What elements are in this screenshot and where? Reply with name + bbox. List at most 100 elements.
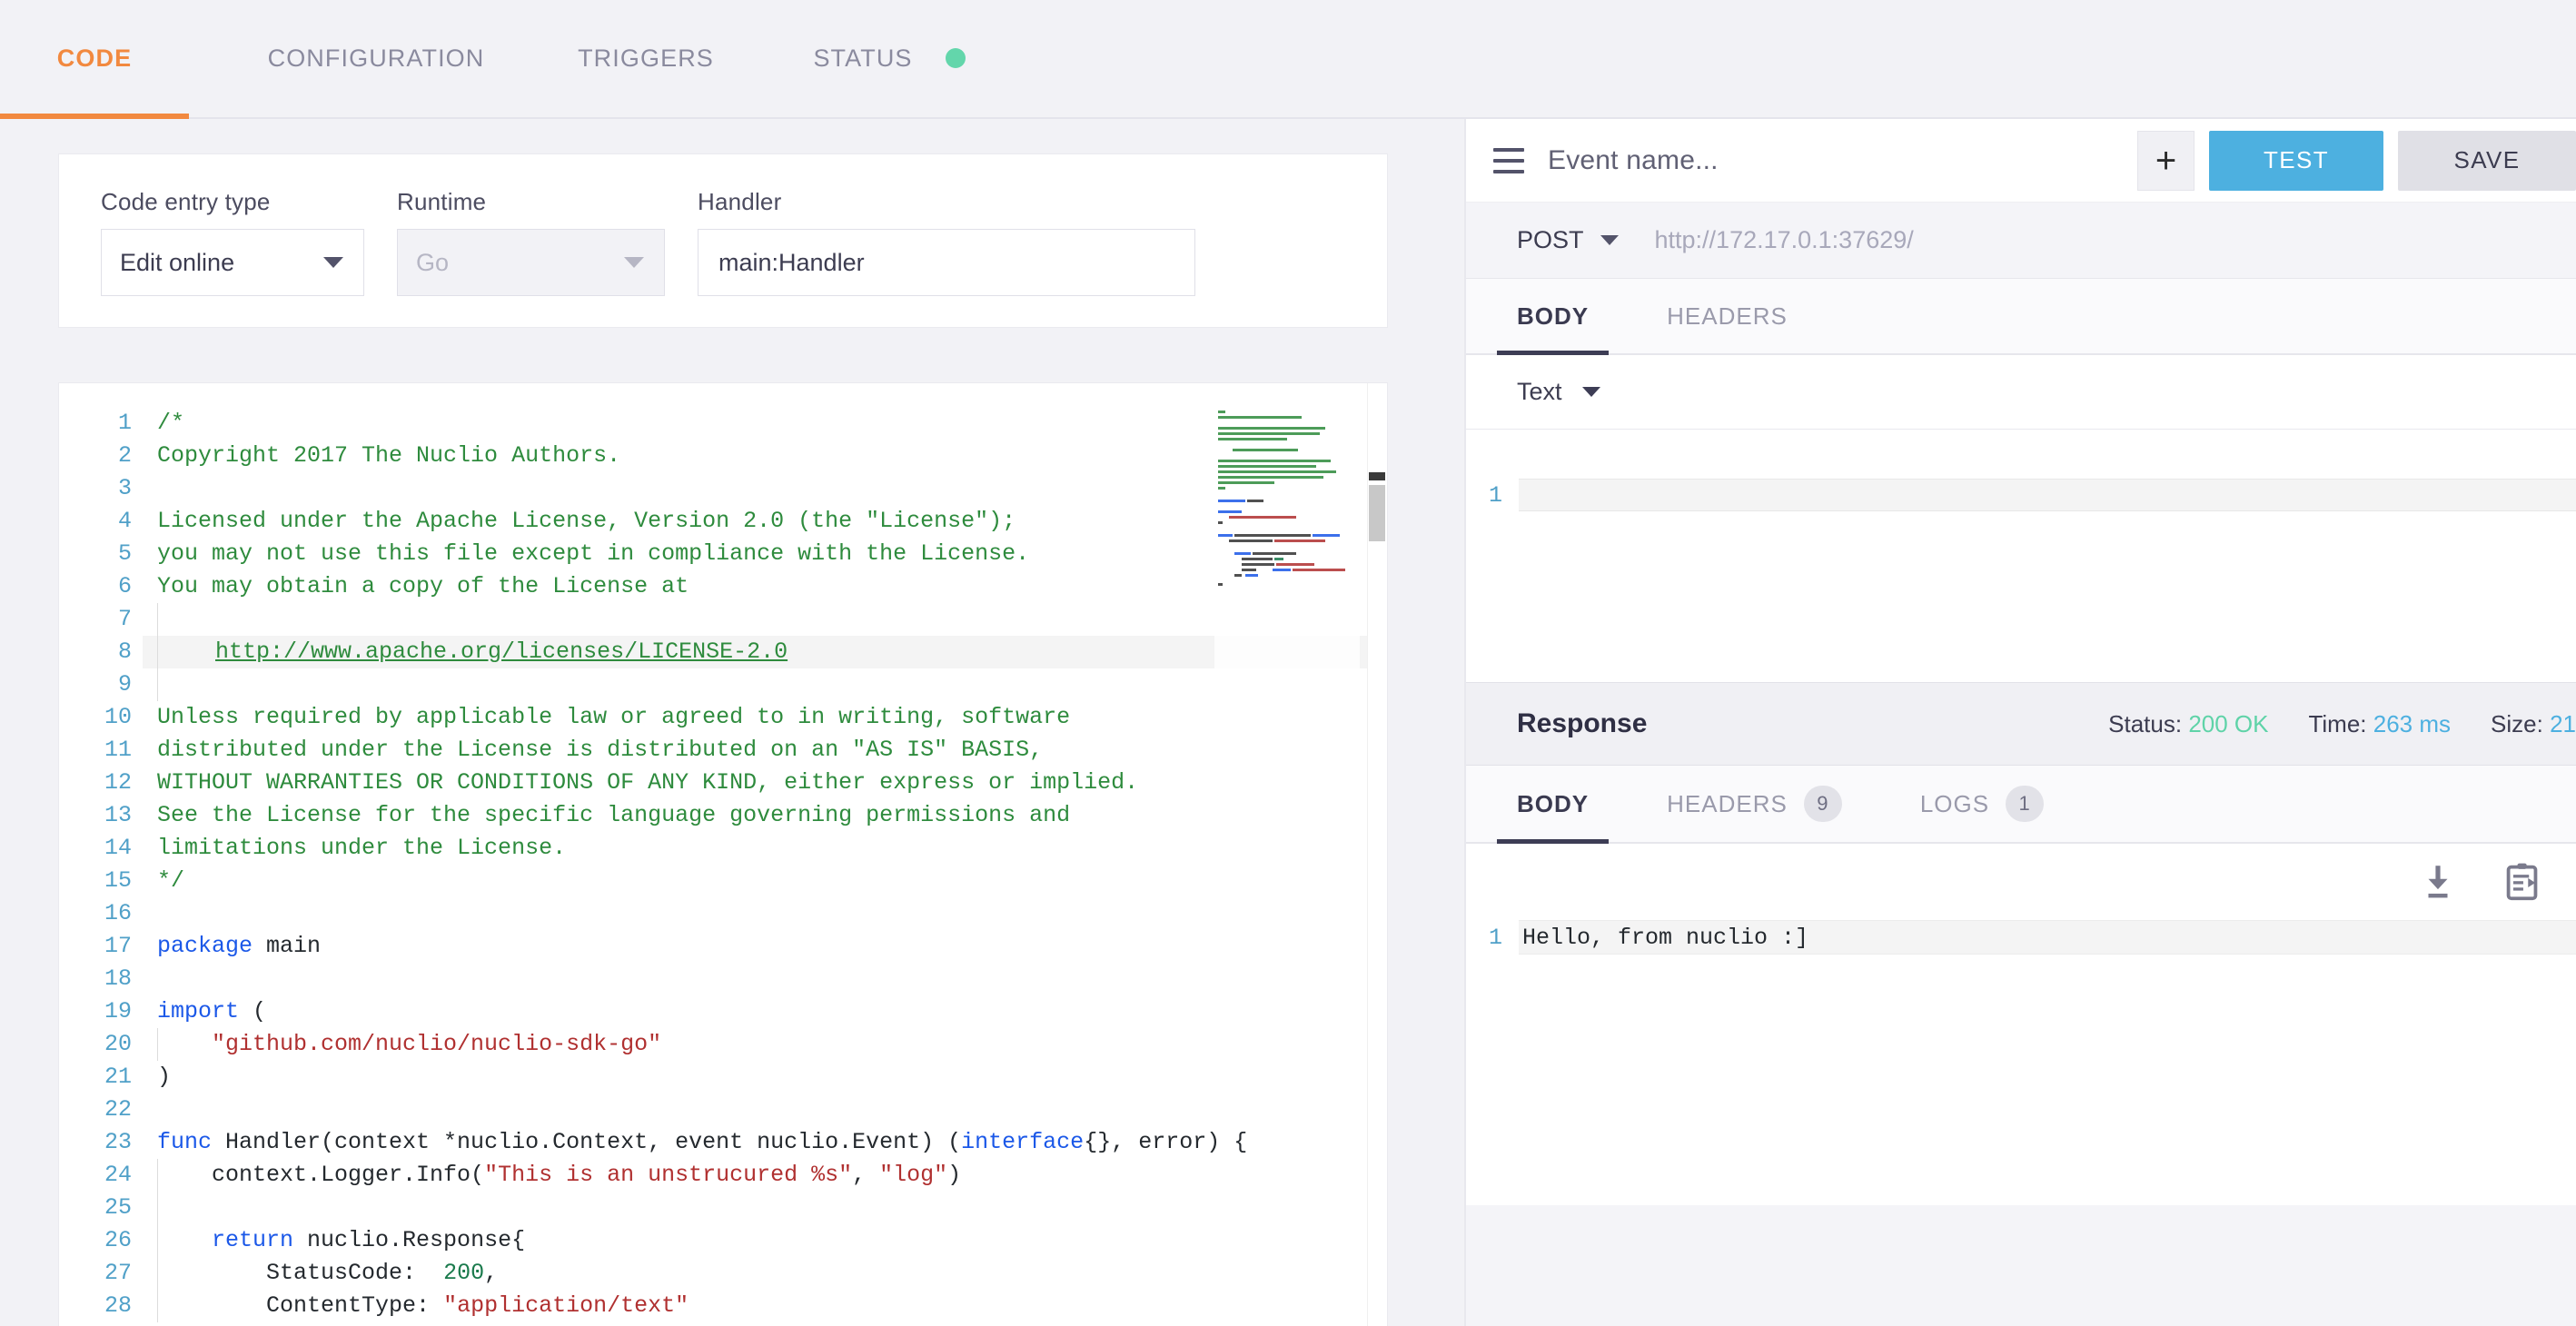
code-settings-card: Code entry type Edit online Runtime Go H… xyxy=(58,153,1388,328)
request-format-row: Text xyxy=(1466,355,2576,430)
code-kw-func: func xyxy=(157,1129,213,1155)
hamburger-icon[interactable] xyxy=(1493,147,1524,173)
line-number: 13 xyxy=(104,802,132,828)
request-body-line: 1 xyxy=(1466,479,2576,511)
code-func-sig: Handler(context *nuclio.Context, event n… xyxy=(212,1129,962,1155)
request-url[interactable]: http://172.17.0.1:37629/ xyxy=(1655,226,1914,254)
code-line: you may not use this file except in comp… xyxy=(157,540,1030,567)
code-line: You may obtain a copy of the License at xyxy=(157,573,689,599)
line-number: 6 xyxy=(117,573,132,599)
response-tab-logs-label: LOGS xyxy=(1919,789,1990,817)
code-line-link[interactable]: http://www.apache.org/licenses/LICENSE-2… xyxy=(215,638,788,665)
test-button[interactable]: TEST xyxy=(2209,130,2383,191)
request-format-select[interactable]: Text xyxy=(1517,378,1600,406)
response-tab-headers[interactable]: HEADERS 9 xyxy=(1667,766,1842,842)
indent-guide xyxy=(157,1192,158,1224)
line-number: 24 xyxy=(104,1162,132,1188)
editor-code-area[interactable]: /* Copyright 2017 The Nuclio Authors. Lice… xyxy=(143,383,1387,1326)
line-number: 25 xyxy=(104,1194,132,1221)
http-method-select[interactable]: POST xyxy=(1517,226,1619,254)
request-tab-headers[interactable]: HEADERS xyxy=(1667,279,1788,353)
line-number: 22 xyxy=(104,1096,132,1123)
chevron-down-icon xyxy=(624,257,644,268)
code-import-path: "github.com/nuclio/nuclio-sdk-go" xyxy=(157,1031,662,1057)
line-number: 10 xyxy=(104,704,132,730)
line-number: 4 xyxy=(117,508,132,534)
code-line: See the License for the specific languag… xyxy=(157,802,1071,828)
response-status-label: Status: xyxy=(2108,709,2183,737)
status-dot xyxy=(945,47,966,68)
line-number: 7 xyxy=(117,606,132,632)
line-number: 26 xyxy=(104,1227,132,1253)
line-number: 3 xyxy=(117,475,132,501)
code-statuscode-value: 200 xyxy=(443,1260,485,1286)
code-editor[interactable]: 1 2 3 4 5 6 7 8 9 10 11 12 13 14 15 16 1… xyxy=(58,382,1388,1326)
code-logger-call: context.Logger.Info( xyxy=(157,1162,485,1188)
response-tab-logs[interactable]: LOGS 1 xyxy=(1919,766,2045,842)
tab-configuration[interactable]: CONFIGURATION xyxy=(258,0,494,117)
copy-to-clipboard-icon[interactable] xyxy=(2503,862,2541,902)
scrollbar-marker xyxy=(1369,472,1385,480)
code-settings-fields: Code entry type Edit online Runtime Go H… xyxy=(59,154,1387,296)
code-paren-close: ) xyxy=(157,1064,172,1090)
request-url-row: POST http://172.17.0.1:37629/ xyxy=(1466,203,2576,279)
line-number: 28 xyxy=(104,1292,132,1319)
response-tab-body[interactable]: BODY xyxy=(1496,766,1610,844)
line-number: 20 xyxy=(104,1031,132,1057)
code-func-sig-tail: {}, error) { xyxy=(1084,1129,1248,1155)
response-body-line-number: 1 xyxy=(1488,924,1502,951)
save-button[interactable]: SAVE xyxy=(2398,130,2576,191)
line-number: 2 xyxy=(117,442,132,469)
response-body-line: 1 Hello, from nuclio :] xyxy=(1466,920,2576,955)
response-time: Time: 263 ms xyxy=(2308,710,2451,738)
handler-input[interactable]: main:Handler xyxy=(698,229,1195,296)
response-time-value: 263 ms xyxy=(2373,709,2452,737)
event-name-input[interactable]: Event name... xyxy=(1548,145,2137,176)
code-line: WITHOUT WARRANTIES OR CONDITIONS OF ANY … xyxy=(157,769,1139,796)
request-format-value: Text xyxy=(1517,378,1562,405)
request-body-editor[interactable]: 1 xyxy=(1466,430,2576,682)
code-entry-type-field: Code entry type Edit online xyxy=(101,188,364,296)
handler-label: Handler xyxy=(698,188,782,215)
line-number: 5 xyxy=(117,540,132,567)
response-size-value: 21 xyxy=(2550,709,2576,737)
response-logs-badge: 1 xyxy=(2006,786,2045,822)
code-paren-open: ( xyxy=(239,998,267,1024)
response-tabs: BODY HEADERS 9 LOGS 1 xyxy=(1466,766,2576,844)
chevron-down-icon xyxy=(1581,387,1600,397)
code-contenttype-value: "application/text" xyxy=(443,1292,689,1319)
line-number: 11 xyxy=(104,737,132,763)
code-line: /* xyxy=(157,410,185,436)
download-icon[interactable] xyxy=(2420,863,2456,901)
line-number: 27 xyxy=(104,1260,132,1286)
runtime-select: Go xyxy=(397,229,665,296)
add-event-button[interactable]: + xyxy=(2137,130,2195,191)
request-tab-body-label: BODY xyxy=(1517,302,1590,330)
request-header: Event name... + TEST SAVE xyxy=(1466,119,2576,203)
request-body-input[interactable] xyxy=(1519,479,2576,511)
tab-status[interactable]: STATUS xyxy=(803,0,976,117)
code-entry-type-select[interactable]: Edit online xyxy=(101,229,364,296)
request-tab-body[interactable]: BODY xyxy=(1496,279,1610,355)
code-kw-return: return xyxy=(212,1227,294,1253)
tab-code[interactable]: CODE xyxy=(0,0,189,119)
code-pane: Code entry type Edit online Runtime Go H… xyxy=(0,119,1464,1326)
handler-field: Handler main:Handler xyxy=(698,188,1195,296)
code-ident-main: main xyxy=(253,933,322,959)
code-kw-import: import xyxy=(157,998,240,1024)
line-number: 18 xyxy=(104,965,132,992)
response-tab-body-label: BODY xyxy=(1517,789,1590,817)
editor-line-numbers: 1 2 3 4 5 6 7 8 9 10 11 12 13 14 15 16 1… xyxy=(59,383,143,1326)
response-status: Status: 200 OK xyxy=(2108,710,2268,738)
response-title: Response xyxy=(1517,708,1648,738)
code-entry-type-value: Edit online xyxy=(120,248,235,276)
line-number: 21 xyxy=(104,1064,132,1090)
response-meta: Status: 200 OK Time: 263 ms Size: 21 xyxy=(2068,710,2576,738)
editor-scrollbar[interactable] xyxy=(1367,383,1387,1326)
response-tab-headers-label: HEADERS xyxy=(1667,789,1788,817)
line-number: 1 xyxy=(117,410,132,436)
scrollbar-thumb[interactable] xyxy=(1369,485,1385,541)
tab-code-label: CODE xyxy=(56,45,133,72)
code-log-format: "This is an unstrucured %s" xyxy=(484,1162,853,1188)
tab-triggers[interactable]: TRIGGERS xyxy=(560,0,732,117)
